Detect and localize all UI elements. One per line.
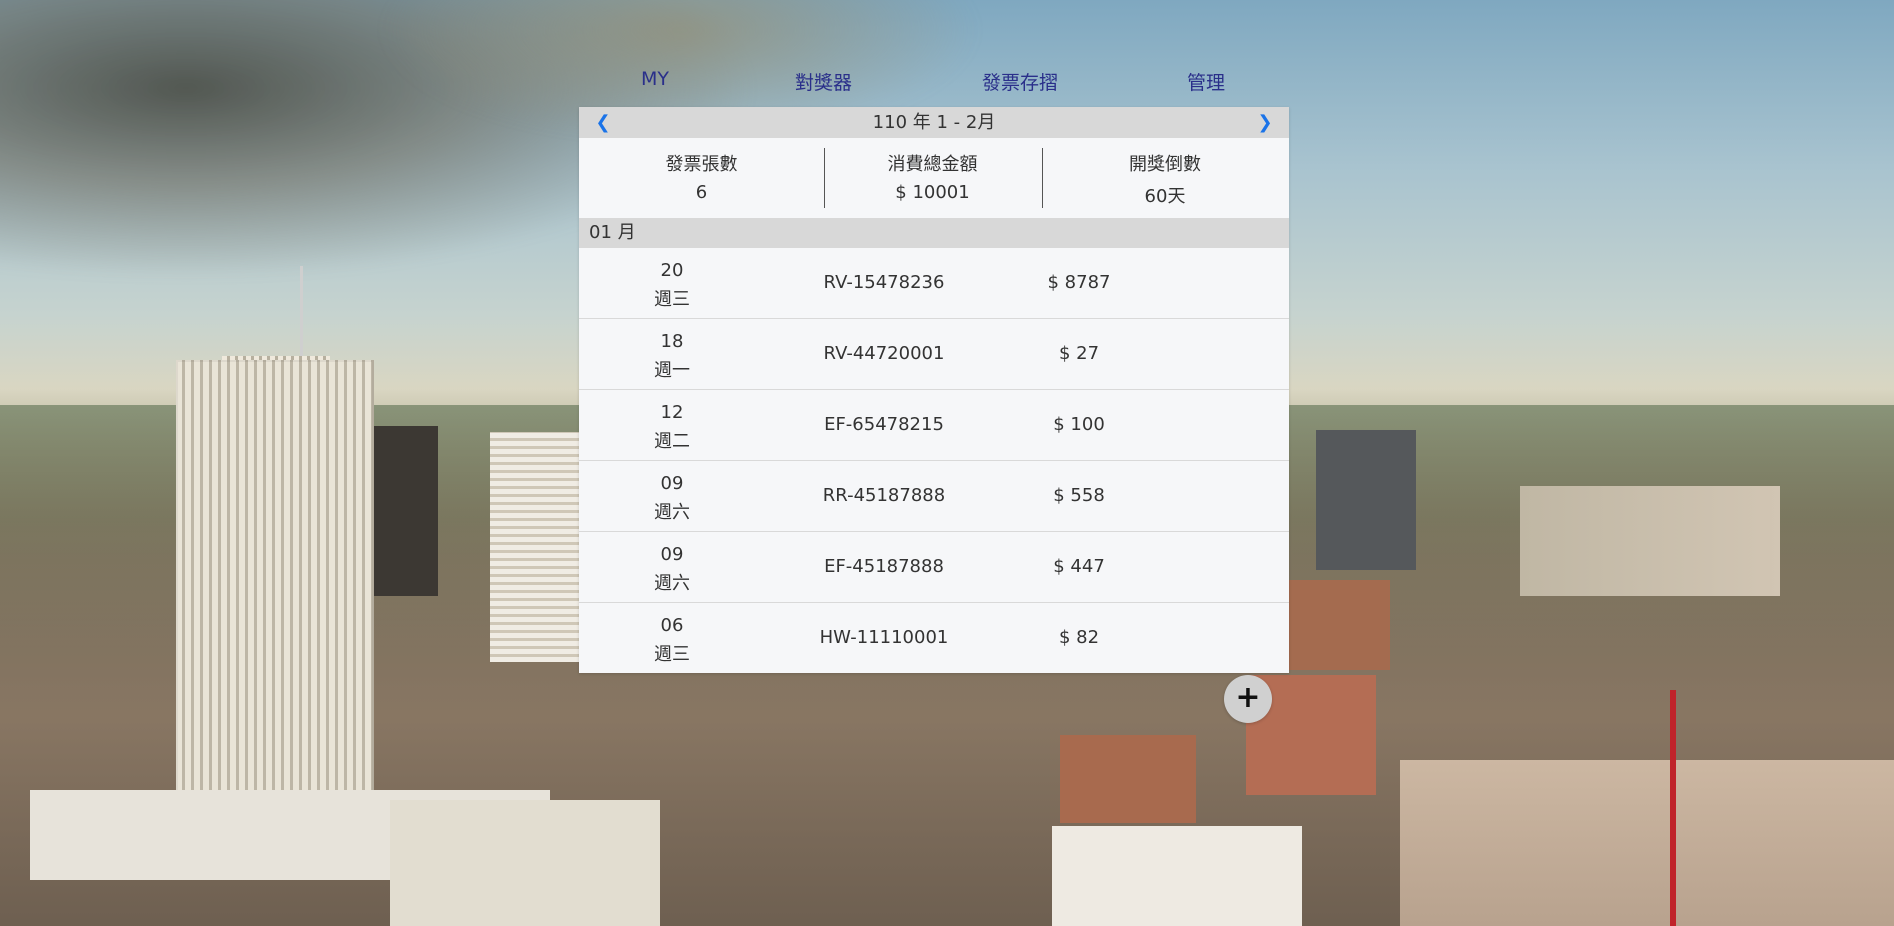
- invoice-day: 09: [660, 473, 684, 494]
- antenna: [300, 266, 303, 358]
- stat-label: 消費總金額: [887, 154, 978, 175]
- brick-building: [1280, 580, 1390, 670]
- stat-value: 6: [695, 182, 708, 203]
- invoice-amount: $ 82: [1058, 627, 1100, 648]
- invoice-number: HW-11110001: [819, 627, 949, 648]
- invoice-weekday: 週二: [654, 431, 690, 452]
- invoice-number: RR-45187888: [822, 485, 946, 506]
- invoice-date: 06 週三: [648, 611, 696, 669]
- invoice-amount-cell: $ 27: [1049, 319, 1219, 389]
- invoice-amount: $ 27: [1058, 343, 1100, 364]
- nav-item-my[interactable]: MY: [641, 68, 669, 90]
- invoice-weekday: 週一: [654, 360, 690, 381]
- invoice-amount-cell: $ 8787: [1048, 248, 1219, 318]
- invoice-amount-cell: $ 447: [1049, 532, 1219, 602]
- white-building: [490, 432, 580, 662]
- chevron-right-icon[interactable]: ❯: [1253, 107, 1277, 138]
- period-label: 110 年 1 - 2月: [872, 112, 996, 133]
- invoice-row[interactable]: 12 週二 EF-65478215 $ 100: [579, 390, 1289, 461]
- invoice-date: 18 週一: [648, 327, 696, 385]
- stat-value: $ 10001: [895, 182, 970, 203]
- add-invoice-button[interactable]: +: [1224, 675, 1272, 723]
- plus-icon: +: [1235, 680, 1261, 715]
- invoice-row[interactable]: 09 週六 EF-45187888 $ 447: [579, 532, 1289, 603]
- crane: [1670, 690, 1676, 926]
- construction-site: [1400, 760, 1894, 926]
- nav-item-prize-checker[interactable]: 對獎器: [795, 68, 852, 95]
- invoice-amount: $ 447: [1053, 556, 1105, 577]
- invoice-day: 18: [660, 331, 684, 352]
- invoice-number: RV-44720001: [823, 343, 945, 364]
- invoice-date: 12 週二: [648, 398, 696, 456]
- invoice-row[interactable]: 09 週六 RR-45187888 $ 558: [579, 461, 1289, 532]
- invoice-amount: $ 558: [1053, 485, 1105, 506]
- invoice-weekday: 週六: [654, 573, 690, 594]
- invoice-day: 06: [660, 615, 684, 636]
- arena-building: [1520, 486, 1780, 596]
- top-navigation: MY 對獎器 發票存摺 管理: [0, 68, 1894, 98]
- chevron-left-icon[interactable]: ❮: [591, 107, 615, 138]
- invoice-amount-cell: $ 82: [1049, 603, 1219, 673]
- invoice-number: EF-45187888: [824, 556, 944, 577]
- invoice-row[interactable]: 06 週三 HW-11110001 $ 82: [579, 603, 1289, 673]
- period-selector: ❮ 110 年 1 - 2月 ❯: [579, 107, 1289, 138]
- invoice-date: 20 週三: [648, 256, 696, 314]
- invoice-row[interactable]: 20 週三 RV-15478236 $ 8787: [579, 248, 1289, 319]
- summary-stats: 發票張數 6 消費總金額 $ 10001 開獎倒數 60天: [579, 138, 1289, 218]
- white-building: [1052, 826, 1302, 926]
- invoice-amount: $ 8787: [1047, 272, 1111, 293]
- stat-total-amount: 消費總金額 $ 10001: [824, 138, 1041, 218]
- nav-item-invoice-book[interactable]: 發票存摺: [982, 68, 1058, 95]
- invoice-list: 20 週三 RV-15478236 $ 8787 18 週一 RV-447200…: [579, 248, 1289, 673]
- invoice-row[interactable]: 18 週一 RV-44720001 $ 27: [579, 319, 1289, 390]
- invoice-weekday: 週六: [654, 502, 690, 523]
- low-building: [390, 800, 660, 926]
- invoice-day: 12: [660, 402, 684, 423]
- nav-item-manage[interactable]: 管理: [1187, 68, 1225, 95]
- invoice-amount-cell: $ 100: [1049, 390, 1219, 460]
- invoice-weekday: 週三: [654, 289, 690, 310]
- dark-building: [374, 426, 438, 596]
- stat-value: 60天: [1144, 186, 1186, 207]
- invoice-date: 09 週六: [648, 540, 696, 598]
- invoice-day: 20: [660, 260, 684, 281]
- invoice-number: EF-65478215: [824, 414, 944, 435]
- invoice-date: 09 週六: [648, 469, 696, 527]
- stat-draw-countdown: 開獎倒數 60天: [1041, 138, 1289, 218]
- invoice-panel: ❮ 110 年 1 - 2月 ❯ 發票張數 6 消費總金額 $ 10001 開獎…: [579, 107, 1289, 673]
- glass-building: [1316, 430, 1416, 570]
- invoice-amount: $ 100: [1053, 414, 1105, 435]
- invoice-day: 09: [660, 544, 684, 565]
- stat-label: 開獎倒數: [1129, 154, 1201, 175]
- invoice-number: RV-15478236: [823, 272, 945, 293]
- stat-invoice-count: 發票張數 6: [579, 138, 824, 218]
- tower-building: [176, 360, 374, 810]
- month-header: 01 月: [579, 218, 1289, 248]
- invoice-amount-cell: $ 558: [1049, 461, 1219, 531]
- brick-building: [1060, 735, 1196, 823]
- stat-label: 發票張數: [665, 154, 738, 175]
- invoice-weekday: 週三: [654, 644, 690, 665]
